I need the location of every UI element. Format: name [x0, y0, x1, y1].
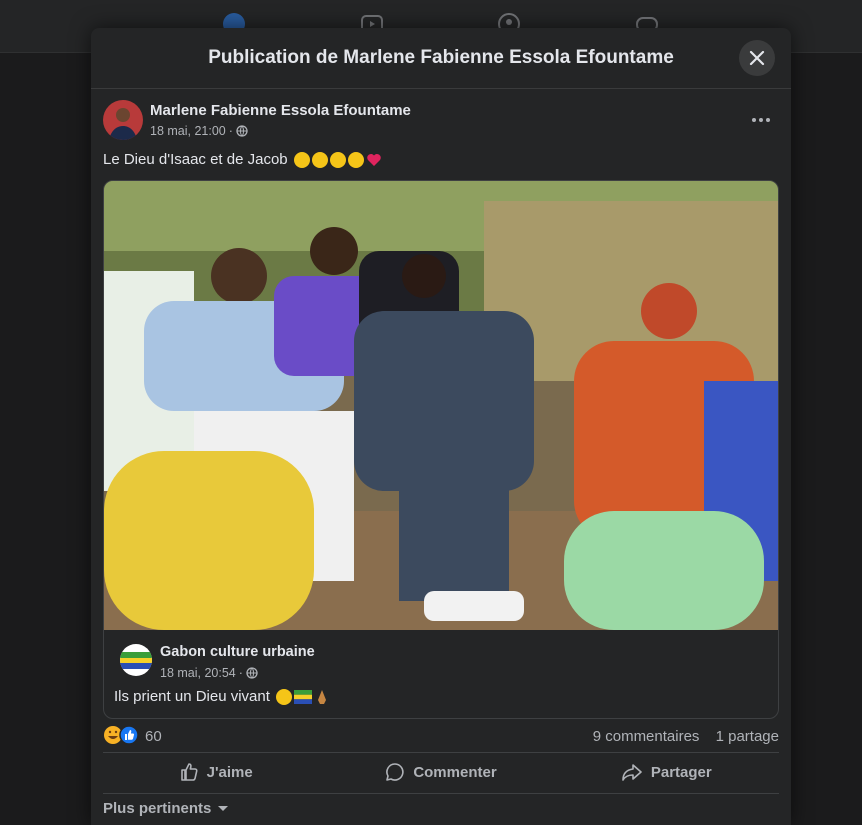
- grinning-sweat-emoji-icon: [347, 151, 364, 168]
- comment-button[interactable]: Commenter: [328, 754, 553, 790]
- like-button[interactable]: J'aime: [103, 754, 328, 790]
- post-text: Le Dieu d'Isaac et de Jacob: [103, 151, 382, 168]
- post-author-header: Marlene Fabienne Essola Efountame 18 mai…: [103, 100, 411, 140]
- engagement-counts: 9 commentaires 1 partage: [581, 728, 779, 745]
- shared-post-date[interactable]: 18 mai, 20:54: [160, 666, 236, 680]
- globe-icon: [236, 125, 248, 137]
- more-options-icon[interactable]: [749, 108, 773, 132]
- grinning-sweat-emoji-icon: [329, 151, 346, 168]
- post-meta: 18 mai, 21:00 ·: [150, 124, 248, 138]
- share-arrow-icon: [622, 764, 642, 781]
- post-actions: J'aime Commenter Partager: [103, 754, 779, 790]
- meta-dot: ·: [238, 666, 243, 680]
- divider: [103, 752, 779, 753]
- shared-author-avatar[interactable]: [120, 644, 152, 676]
- sort-label: Plus pertinents: [103, 800, 212, 817]
- globe-icon: [246, 667, 258, 679]
- caret-down-icon: [218, 805, 229, 811]
- close-icon: [749, 50, 765, 66]
- comments-count[interactable]: 9 commentaires: [593, 728, 700, 745]
- author-avatar[interactable]: [103, 100, 143, 140]
- shared-photo[interactable]: [104, 181, 778, 630]
- reactions-summary: 60 9 commentaires 1 partage: [103, 725, 779, 749]
- post-date[interactable]: 18 mai, 21:00: [150, 124, 226, 138]
- shared-author-name[interactable]: Gabon culture urbaine: [160, 644, 315, 660]
- share-button[interactable]: Partager: [554, 754, 779, 790]
- like-label: J'aime: [206, 763, 253, 781]
- author-name[interactable]: Marlene Fabienne Essola Efountame: [150, 102, 411, 119]
- reaction-icons[interactable]: [103, 725, 139, 745]
- comment-bubble-icon: [386, 763, 404, 781]
- thumbs-up-icon: [180, 763, 198, 781]
- reaction-count[interactable]: 60: [145, 728, 162, 745]
- comment-label: Commenter: [413, 763, 497, 781]
- flag-gabon-icon: [294, 689, 313, 704]
- share-label: Partager: [650, 763, 712, 781]
- pleading-face-emoji-icon: [276, 688, 293, 705]
- shared-post-text-content: Ils prient un Dieu vivant: [114, 688, 270, 705]
- comment-sort-dropdown[interactable]: Plus pertinents: [103, 800, 229, 817]
- red-heart-emoji-icon: [367, 153, 381, 166]
- shared-post-meta: 18 mai, 20:54 ·: [160, 666, 258, 680]
- shared-post-text: Ils prient un Dieu vivant: [114, 688, 330, 705]
- grinning-sweat-emoji-icon: [293, 151, 310, 168]
- like-reaction-icon: [119, 725, 139, 745]
- divider: [103, 793, 779, 794]
- folded-hands-emoji-icon: [318, 689, 327, 704]
- shares-count[interactable]: 1 partage: [716, 728, 779, 745]
- post-modal: Publication de Marlene Fabienne Essola E…: [91, 28, 791, 825]
- modal-title: Publication de Marlene Fabienne Essola E…: [208, 47, 674, 68]
- modal-header: Publication de Marlene Fabienne Essola E…: [91, 28, 791, 89]
- grinning-sweat-emoji-icon: [311, 151, 328, 168]
- post-text-content: Le Dieu d'Isaac et de Jacob: [103, 151, 288, 168]
- shared-post-card[interactable]: Gabon culture urbaine 18 mai, 20:54 · Il…: [103, 180, 779, 719]
- close-button[interactable]: [739, 40, 775, 76]
- meta-dot: ·: [228, 124, 233, 138]
